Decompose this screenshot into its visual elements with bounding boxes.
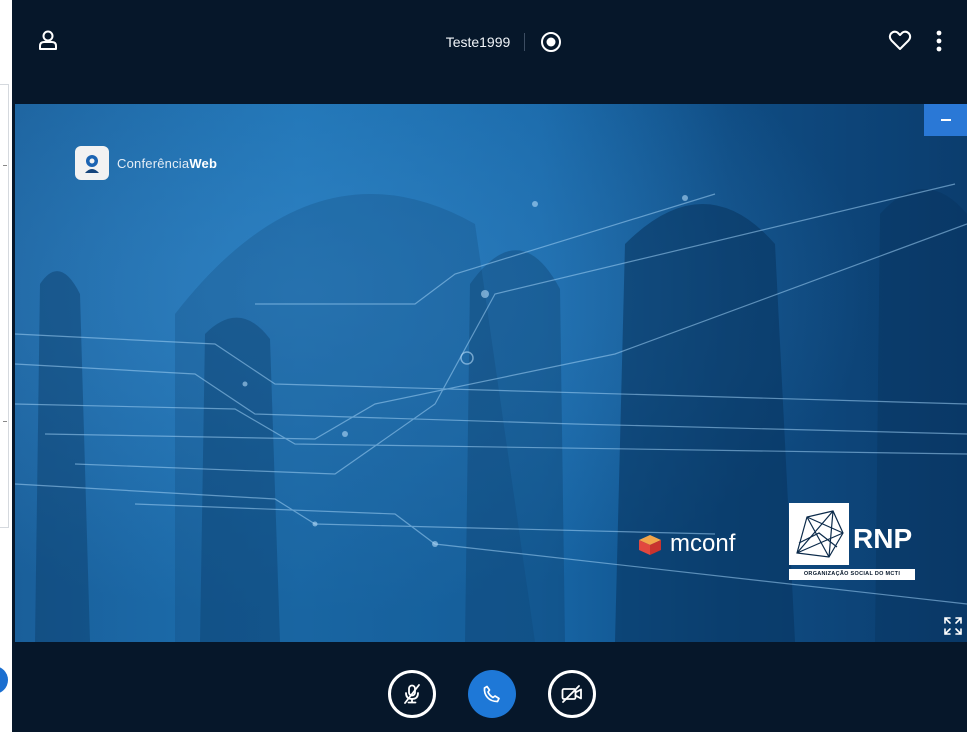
title-divider — [524, 33, 526, 51]
options-menu-button[interactable] — [931, 28, 947, 54]
rnp-wordmark: RNP — [853, 523, 913, 554]
action-bar — [12, 642, 967, 732]
fullscreen-button[interactable] — [941, 614, 965, 638]
panel-tick — [3, 421, 7, 422]
more-vertical-icon — [936, 30, 942, 52]
floating-action-button[interactable] — [0, 666, 8, 694]
leave-audio-button[interactable] — [468, 670, 516, 718]
rnp-tagline: ORGANIZAÇÃO SOCIAL DO MCTI — [789, 569, 915, 580]
meeting-title-area: Teste1999 — [12, 30, 967, 54]
share-webcam-button[interactable] — [548, 670, 596, 718]
phone-icon — [483, 685, 500, 703]
side-panel-edge — [0, 0, 12, 732]
mconf-wordmark: mconf — [670, 530, 736, 557]
heart-icon — [888, 30, 912, 50]
mic-off-icon — [404, 684, 420, 704]
mconf-logo: mconf — [635, 530, 735, 558]
fullscreen-icon — [944, 617, 962, 635]
side-panel — [0, 84, 9, 528]
video-off-icon — [561, 685, 582, 703]
rnp-logo: RNP ORGANIZAÇÃO SOCIAL DO MCTI — [789, 503, 915, 583]
reactions-button[interactable] — [887, 28, 913, 52]
panel-tick — [3, 165, 7, 166]
minimize-presentation-button[interactable] — [924, 104, 967, 136]
minimize-icon — [940, 119, 951, 121]
conferenciaweb-logo-badge — [75, 146, 109, 180]
top-navbar: Teste1999 — [12, 0, 967, 104]
conferenciaweb-wordmark: ConferênciaWeb — [117, 155, 218, 171]
conferenciaweb-logo: ConferênciaWeb — [75, 146, 217, 180]
unmute-microphone-button[interactable] — [388, 670, 436, 718]
rnp-logo-mark — [789, 503, 849, 565]
presentation-area: ConferênciaWeb mconf RNP ORGANIZAÇÃO SOC… — [15, 104, 967, 642]
record-icon — [541, 32, 562, 52]
recording-button[interactable] — [539, 30, 563, 54]
meeting-title: Teste1999 — [445, 34, 511, 50]
